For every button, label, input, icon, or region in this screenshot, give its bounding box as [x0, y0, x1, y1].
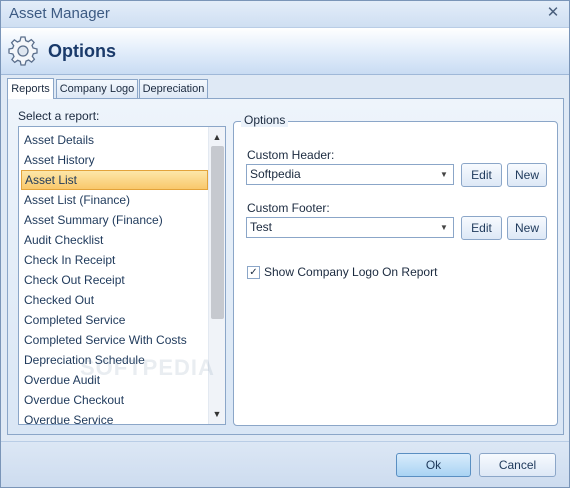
dialog-footer: Ok Cancel — [1, 441, 569, 487]
custom-footer-label: Custom Footer: — [247, 201, 330, 215]
list-item[interactable]: Check In Receipt — [21, 250, 208, 270]
scroll-down-icon[interactable]: ▼ — [209, 406, 225, 422]
options-group-legend: Options — [241, 113, 289, 127]
list-item[interactable]: Asset Details — [21, 130, 208, 150]
list-item[interactable]: Completed Service With Costs — [21, 330, 208, 350]
list-item[interactable]: Completed Service — [21, 310, 208, 330]
list-item[interactable]: Audit Checklist — [21, 230, 208, 250]
gear-icon — [8, 36, 38, 66]
title-bar: Asset Manager ✕ — [1, 1, 569, 27]
list-item[interactable]: Asset History — [21, 150, 208, 170]
options-header: Options — [1, 27, 569, 75]
custom-header-value: Softpedia — [250, 167, 301, 181]
ok-button[interactable]: Ok — [396, 453, 471, 477]
reports-tab-panel: Select a report: Asset Details Asset His… — [7, 98, 564, 435]
list-item[interactable]: Asset Summary (Finance) — [21, 210, 208, 230]
list-item[interactable]: Overdue Service — [21, 410, 208, 424]
list-item[interactable]: Overdue Checkout — [21, 390, 208, 410]
custom-header-edit-button[interactable]: Edit — [461, 163, 502, 187]
close-icon[interactable]: ✕ — [545, 5, 561, 21]
page-title: Options — [48, 41, 116, 61]
list-item[interactable]: Check Out Receipt — [21, 270, 208, 290]
scrollbar-thumb[interactable] — [211, 146, 224, 319]
list-item[interactable]: Checked Out — [21, 290, 208, 310]
watermark: SOFTPEDIA — [80, 355, 215, 380]
list-item[interactable]: Asset List (Finance) — [21, 190, 208, 210]
custom-header-select[interactable]: Softpedia ▼ — [246, 164, 454, 185]
tab-depreciation[interactable]: Depreciation — [139, 79, 208, 99]
custom-footer-value: Test — [250, 220, 273, 234]
cancel-button[interactable]: Cancel — [479, 453, 556, 477]
options-group: Options Custom Header: Softpedia ▼ Edit … — [233, 113, 558, 426]
tab-reports[interactable]: Reports — [7, 78, 54, 99]
custom-footer-edit-button[interactable]: Edit — [461, 216, 502, 240]
custom-header-label: Custom Header: — [247, 148, 335, 162]
asset-manager-window: Asset Manager ✕ Options Reports Company … — [0, 0, 570, 488]
scroll-up-icon[interactable]: ▲ — [209, 129, 225, 145]
custom-footer-new-button[interactable]: New — [507, 216, 547, 240]
list-item-selected[interactable]: Asset List — [21, 170, 208, 190]
select-report-label: Select a report: — [18, 109, 100, 123]
show-company-logo-label[interactable]: Show Company Logo On Report — [264, 265, 437, 279]
custom-footer-select[interactable]: Test ▼ — [246, 217, 454, 238]
tab-company-logo[interactable]: Company Logo — [56, 79, 138, 99]
chevron-down-icon[interactable]: ▼ — [436, 166, 452, 183]
window-title: Asset Manager — [9, 5, 110, 22]
show-company-logo-checkbox[interactable]: ✓ — [247, 266, 260, 279]
custom-header-new-button[interactable]: New — [507, 163, 547, 187]
chevron-down-icon[interactable]: ▼ — [436, 219, 452, 236]
